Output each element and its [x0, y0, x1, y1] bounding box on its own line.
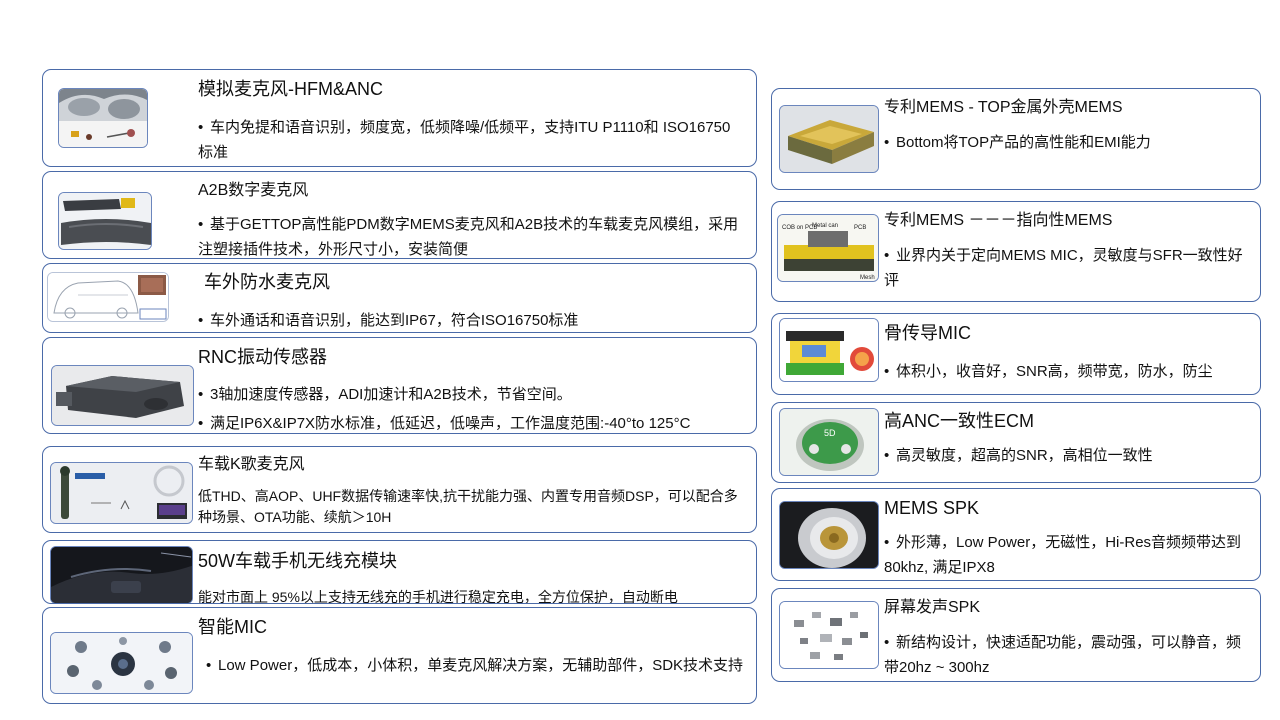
card-bullet: • 满足IP6X&IP7X防水标准，低延迟，低噪声，工作温度范围:-40°to 1… [198, 415, 691, 432]
card-bullet: • 新结构设计，快速适配功能，震动强，可以静音，频带20hz ~ 300hz [884, 634, 1242, 676]
card-title: 专利MEMS －－－指向性MEMS [884, 212, 1113, 229]
smart-mic-image [50, 632, 193, 694]
card-title: 50W车载手机无线充模块 [198, 551, 398, 571]
card-title: 车外防水麦克风 [204, 272, 330, 292]
product-card-wireless-charger: 50W车载手机无线充模块 能对市面上 95%以上支持无线充的手机进行稳定充电，全… [42, 540, 757, 604]
card-bullet: • 外形薄，Low Power，无磁性，Hi-Res音频频带达到80khz, 满足… [884, 534, 1242, 576]
card-bullet: • 体积小，收音好，SNR高，频带宽，防水，防尘 [884, 363, 1213, 380]
card-title: 高ANC一致性ECM [884, 411, 1035, 431]
product-card-exterior-waterproof-mic: 车外防水麦克风 • 车外通话和语音识别，能达到IP67，符合ISO16750标准 [42, 263, 757, 333]
mems-speaker-image [779, 501, 879, 569]
ecm-capsule-image: 5D [779, 408, 879, 476]
card-bullet: • 高灵敏度，超高的SNR，高相位一致性 [884, 447, 1153, 464]
card-title: 骨传导MIC [884, 323, 971, 343]
card-bullet: • Low Power，低成本，小体积，单麦克风解决方案，无辅助部件，SDK技术支… [206, 657, 744, 674]
car-outline-image [47, 272, 169, 322]
product-card-rnc-vibration-sensor: RNC振动传感器 • 3轴加速度传感器，ADI加速计和A2B技术，节省空间。 • 满… [42, 337, 757, 434]
vibration-sensor-image [51, 365, 194, 426]
car-mirror-module-image [58, 192, 152, 250]
card-bullet: • 3轴加速度传感器，ADI加速计和A2B技术，节省空间。 [198, 386, 572, 403]
capsule-marking: 5D [824, 428, 836, 438]
card-title: 车载K歌麦克风 [198, 456, 305, 473]
screen-speaker-image [779, 601, 879, 669]
card-bullet: • Bottom将TOP产品的高性能和EMI能力 [884, 134, 1151, 151]
card-bullet: 低THD、高AOP、UHF数据传输速率快,抗干扰能力强、内置专用音频DSP，可以… [198, 488, 738, 525]
product-card-a2b-mic: A2B数字麦克风 • 基于GETTOP高性能PDM数字MEMS麦克风和A2B技术的… [42, 171, 757, 259]
card-title: 专利MEMS - TOP金属外壳MEMS [884, 99, 1123, 116]
card-bullet: • 基于GETTOP高性能PDM数字MEMS麦克风和A2B技术的车载麦克风模组，采… [198, 216, 739, 258]
product-card-karaoke-mic: 车载K歌麦克风 低THD、高AOP、UHF数据传输速率快,抗干扰能力强、内置专用… [42, 446, 757, 533]
label-metal-can: Metal can [812, 223, 838, 229]
directional-mems-image: COB on PCB Metal can PCB Mesh [777, 214, 879, 282]
card-bullet: • 车内免提和语音识别，频度宽，低频降噪/低频平，支持ITU P1110和 ISO… [198, 119, 731, 161]
product-card-top-metal-mems: 专利MEMS - TOP金属外壳MEMS • Bottom将TOP产品的高性能和E… [771, 88, 1261, 190]
product-card-bone-conduction-mic: 骨传导MIC • 体积小，收音好，SNR高，频带宽，防水，防尘 [771, 313, 1261, 395]
product-card-screen-speaker: 屏幕发声SPK • 新结构设计，快速适配功能，震动强，可以静音，频带20hz ~ … [771, 588, 1261, 682]
wireless-charger-image [50, 546, 193, 603]
label-pcb: PCB [854, 225, 866, 231]
product-card-mems-spk: MEMS SPK • 外形薄，Low Power，无磁性，Hi-Res音频频带达到… [771, 488, 1261, 581]
card-title: 屏幕发声SPK [884, 599, 981, 616]
card-title: RNC振动传感器 [198, 347, 327, 367]
product-card-directional-mems: COB on PCB Metal can PCB Mesh 专利MEMS －－－… [771, 201, 1261, 302]
card-bullet: • 业界内关于定向MEMS MIC，灵敏度与SFR一致性好评 [884, 247, 1243, 289]
product-card-high-anc-ecm: 5D 高ANC一致性ECM • 高灵敏度，超高的SNR，高相位一致性 [771, 402, 1261, 483]
card-title: 智能MIC [198, 617, 267, 637]
mems-metal-can-image [779, 105, 879, 173]
card-title: MEMS SPK [884, 498, 980, 518]
card-title: 模拟麦克风-HFM&ANC [198, 79, 383, 99]
bone-conduction-image [779, 318, 879, 382]
label-mesh: Mesh [860, 275, 875, 281]
product-card-smart-mic: 智能MIC • Low Power，低成本，小体积，单麦克风解决方案，无辅助部件，… [42, 607, 757, 704]
product-card-hfm-anc: 模拟麦克风-HFM&ANC • 车内免提和语音识别，频度宽，低频降噪/低频平，支持… [42, 69, 757, 167]
card-title: A2B数字麦克风 [198, 182, 309, 199]
card-bullet: • 车外通话和语音识别，能达到IP67，符合ISO16750标准 [198, 312, 579, 329]
karaoke-mic-image [50, 462, 193, 524]
card-bullet: 能对市面上 95%以上支持无线充的手机进行稳定充电，全方位保护，自动断电 [198, 589, 678, 604]
car-interior-microphone-image [58, 88, 148, 148]
